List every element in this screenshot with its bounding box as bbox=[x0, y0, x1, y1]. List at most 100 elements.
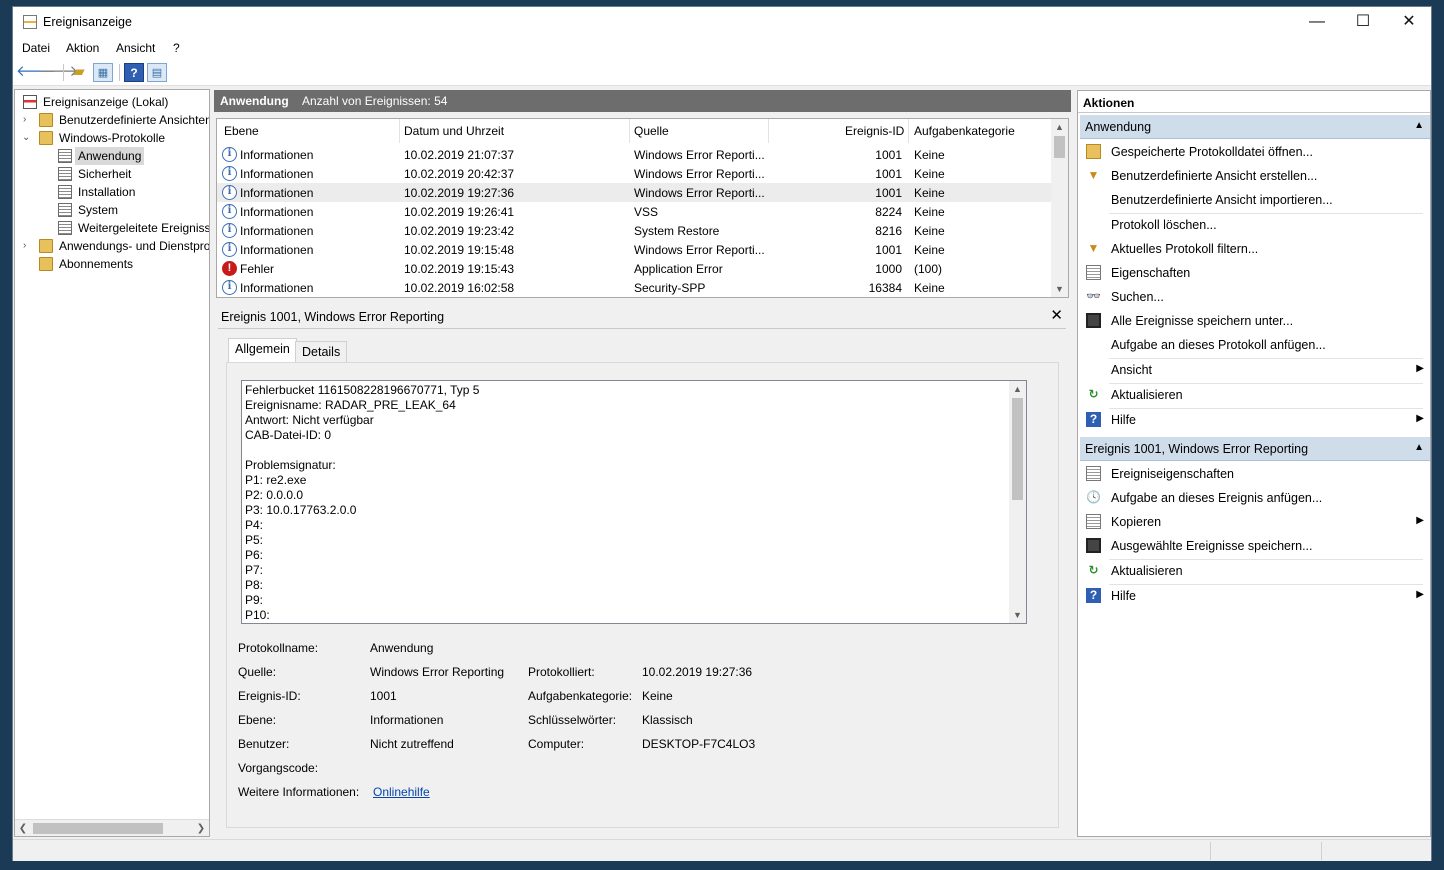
info-icon: i bbox=[222, 166, 237, 181]
actions-section-anwendung[interactable]: Anwendung ▲ bbox=[1080, 115, 1430, 139]
info-icon: i bbox=[222, 223, 237, 238]
scroll-right-icon[interactable]: ❯ bbox=[193, 820, 209, 836]
action-refresh-event[interactable]: ↻ Aktualisieren bbox=[1080, 560, 1430, 582]
log-name-value[interactable]: Anwendung bbox=[370, 641, 433, 655]
scroll-down-icon[interactable]: ▼ bbox=[1009, 607, 1026, 623]
column-divider[interactable] bbox=[768, 119, 769, 143]
event-description[interactable]: Fehlerbucket 1161508228196670771, Typ 5 … bbox=[241, 380, 1027, 624]
column-header-date[interactable]: Datum und Uhrzeit bbox=[404, 124, 504, 138]
action-save-all-events[interactable]: Alle Ereignisse speichern unter... bbox=[1080, 310, 1430, 332]
tree-horizontal-scrollbar[interactable]: ❮ ❯ bbox=[15, 819, 209, 836]
show-hide-action-pane-icon[interactable]: ▤ bbox=[147, 63, 167, 82]
column-header-source[interactable]: Quelle bbox=[634, 124, 669, 138]
collapse-icon[interactable]: ▲ bbox=[1414, 442, 1424, 453]
action-help-event[interactable]: ? Hilfe ▶ bbox=[1080, 585, 1430, 607]
scrollbar-thumb[interactable] bbox=[33, 823, 163, 834]
collapse-icon[interactable]: ▲ bbox=[1414, 120, 1424, 131]
help-icon[interactable]: ? bbox=[124, 63, 144, 82]
level-value[interactable]: Informationen bbox=[370, 713, 443, 727]
section-label: Anwendung bbox=[1085, 120, 1152, 134]
column-divider[interactable] bbox=[629, 119, 630, 143]
event-list-scrollbar[interactable]: ▲ ▼ bbox=[1051, 119, 1068, 297]
save-icon bbox=[1086, 538, 1101, 553]
action-clear-log[interactable]: Protokoll löschen... bbox=[1080, 214, 1430, 236]
computer-value[interactable]: DESKTOP-F7C4LO3 bbox=[642, 737, 755, 751]
event-list-header: Ebene Datum und Uhrzeit Quelle Ereignis-… bbox=[217, 119, 1053, 143]
menu-datei[interactable]: Datei bbox=[22, 41, 50, 55]
close-button[interactable]: ✕ bbox=[1386, 7, 1432, 37]
chevron-down-icon[interactable]: ⌄ bbox=[22, 129, 32, 147]
close-icon[interactable]: ✕ bbox=[1050, 306, 1063, 324]
column-header-event-id[interactable]: Ereignis-ID bbox=[845, 124, 904, 138]
scroll-up-icon[interactable]: ▲ bbox=[1051, 119, 1068, 135]
action-event-properties[interactable]: Ereigniseigenschaften bbox=[1080, 463, 1430, 485]
submenu-arrow-icon: ▶ bbox=[1416, 589, 1424, 600]
description-scrollbar[interactable]: ▲ ▼ bbox=[1009, 381, 1026, 623]
tab-allgemein[interactable]: Allgemein bbox=[228, 338, 297, 363]
menu-aktion[interactable]: Aktion bbox=[66, 41, 99, 55]
action-find[interactable]: 👓 Suchen... bbox=[1080, 286, 1430, 308]
menu-help[interactable]: ? bbox=[173, 41, 180, 55]
column-divider[interactable] bbox=[908, 119, 909, 143]
column-header-level[interactable]: Ebene bbox=[224, 124, 259, 138]
logged-value[interactable]: 10.02.2019 19:27:36 bbox=[642, 665, 752, 679]
user-value[interactable]: Nicht zutreffend bbox=[370, 737, 454, 751]
log-icon bbox=[58, 149, 72, 163]
table-row[interactable]: i Informationen 10.02.2019 20:42:37 Wind… bbox=[217, 164, 1053, 183]
menu-ansicht[interactable]: Ansicht bbox=[116, 41, 155, 55]
action-attach-task-event[interactable]: 🕓 Aufgabe an dieses Ereignis anfügen... bbox=[1080, 487, 1430, 509]
actions-section-event[interactable]: Ereignis 1001, Windows Error Reporting ▲ bbox=[1080, 437, 1430, 461]
keywords-value[interactable]: Klassisch bbox=[642, 713, 693, 727]
action-label: Kopieren bbox=[1111, 515, 1162, 529]
source-value[interactable]: Windows Error Reporting bbox=[370, 665, 504, 679]
filter-icon: ▼ bbox=[1087, 241, 1100, 255]
event-id-value[interactable]: 1001 bbox=[370, 689, 397, 703]
action-filter-log[interactable]: ▼ Aktuelles Protokoll filtern... bbox=[1080, 238, 1430, 260]
action-properties[interactable]: Eigenschaften bbox=[1080, 262, 1430, 284]
action-open-saved-log[interactable]: Gespeicherte Protokolldatei öffnen... bbox=[1080, 141, 1430, 163]
action-import-custom-view[interactable]: Benutzerdefinierte Ansicht importieren..… bbox=[1080, 189, 1430, 211]
save-icon bbox=[1086, 313, 1101, 328]
action-label: Gespeicherte Protokolldatei öffnen... bbox=[1111, 145, 1313, 159]
event-properties-icon bbox=[1086, 466, 1101, 481]
action-create-custom-view[interactable]: ▼ Benutzerdefinierte Ansicht erstellen..… bbox=[1080, 165, 1430, 187]
tab-details[interactable]: Details bbox=[295, 341, 348, 363]
action-label: Aktualisieren bbox=[1111, 564, 1183, 578]
binoculars-icon: 👓 bbox=[1086, 289, 1101, 303]
refresh-icon: ↻ bbox=[1088, 563, 1099, 577]
minimize-button[interactable]: — bbox=[1294, 7, 1340, 37]
table-row[interactable]: ! Fehler 10.02.2019 19:15:43 Application… bbox=[217, 259, 1053, 278]
up-folder-icon[interactable]: ▰ bbox=[69, 63, 89, 82]
table-row[interactable]: i Informationen 10.02.2019 21:07:37 Wind… bbox=[217, 145, 1053, 164]
table-row[interactable]: i Informationen 10.02.2019 19:15:48 Wind… bbox=[217, 240, 1053, 259]
maximize-button[interactable]: ☐ bbox=[1340, 7, 1386, 37]
help-icon: ? bbox=[1086, 588, 1101, 603]
scrollbar-thumb[interactable] bbox=[1012, 398, 1023, 500]
forward-arrow-icon[interactable]: 🡒 bbox=[38, 63, 78, 82]
table-row-selected[interactable]: i Informationen 10.02.2019 19:27:36 Wind… bbox=[217, 183, 1053, 202]
task-category-value[interactable]: Keine bbox=[642, 689, 673, 703]
table-row[interactable]: i Informationen 10.02.2019 19:26:41 VSS … bbox=[217, 202, 1053, 221]
action-help[interactable]: ? Hilfe ▶ bbox=[1080, 409, 1430, 431]
table-row[interactable]: i Informationen 10.02.2019 19:23:42 Syst… bbox=[217, 221, 1053, 240]
chevron-right-icon[interactable]: › bbox=[23, 237, 33, 255]
scroll-up-icon[interactable]: ▲ bbox=[1009, 381, 1026, 397]
action-copy[interactable]: Kopieren ▶ bbox=[1080, 511, 1430, 533]
back-arrow-icon[interactable]: 🡐 bbox=[16, 63, 56, 82]
column-header-task-category[interactable]: Aufgabenkategorie bbox=[914, 124, 1015, 138]
action-view[interactable]: Ansicht ▶ bbox=[1080, 359, 1430, 381]
info-icon: i bbox=[222, 242, 237, 257]
column-divider[interactable] bbox=[399, 119, 400, 143]
chevron-right-icon[interactable]: › bbox=[23, 111, 33, 129]
action-refresh[interactable]: ↻ Aktualisieren bbox=[1080, 384, 1430, 406]
action-save-selected-events[interactable]: Ausgewählte Ereignisse speichern... bbox=[1080, 535, 1430, 557]
online-help-link[interactable]: Onlinehilfe bbox=[373, 785, 430, 799]
action-label: Aktualisieren bbox=[1111, 388, 1183, 402]
scroll-left-icon[interactable]: ❮ bbox=[15, 820, 31, 836]
description-line: P1: re2.exe bbox=[245, 473, 307, 487]
scrollbar-thumb[interactable] bbox=[1054, 136, 1065, 158]
action-attach-task-log[interactable]: Aufgabe an dieses Protokoll anfügen... bbox=[1080, 334, 1430, 356]
table-row[interactable]: i Informationen 10.02.2019 16:02:58 Secu… bbox=[217, 278, 1053, 297]
show-hide-tree-icon[interactable]: ▦ bbox=[93, 63, 113, 82]
scroll-down-icon[interactable]: ▼ bbox=[1051, 281, 1068, 297]
